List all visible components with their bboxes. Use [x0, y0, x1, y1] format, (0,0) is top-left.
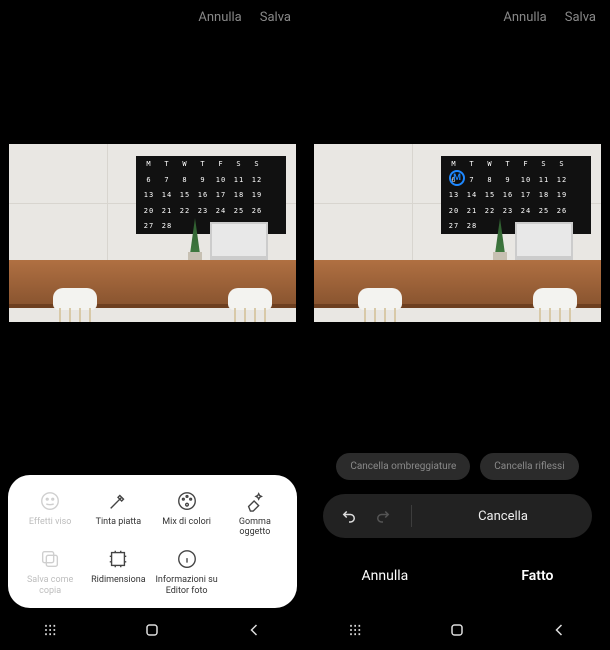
save-button[interactable]: Salva	[565, 10, 596, 25]
tool-about-editor[interactable]: Informazioni su Editor foto	[153, 547, 221, 596]
tool-flat-tint[interactable]: Tinta piatta	[84, 489, 152, 538]
tool-label: Salva come copia	[18, 575, 82, 596]
selection-marker[interactable]: M	[449, 170, 465, 186]
tool-label: Ridimensiona	[91, 575, 145, 585]
separator	[411, 505, 412, 527]
calendar-header: MTWTFSS	[142, 160, 280, 168]
cancel-button[interactable]: Annulla	[352, 560, 419, 592]
final-row: Annulla Fatto	[305, 560, 610, 592]
left-pane: Annulla Salva 2017 MTWTFSS 6789101112 13…	[0, 0, 305, 650]
back-button[interactable]	[243, 619, 265, 641]
system-navbar	[0, 616, 305, 644]
tool-label: Tinta piatta	[96, 517, 142, 527]
tool-face-effects[interactable]: Effetti viso	[16, 489, 84, 538]
save-button[interactable]: Salva	[260, 10, 291, 25]
cancel-button[interactable]: Annulla	[198, 10, 241, 25]
photo-preview[interactable]: 2017 MTWTFSS 6789101112 13141516171819 2…	[314, 144, 601, 322]
photo-content: 2017 MTWTFSS 6789101112 13141516171819 2…	[314, 144, 601, 322]
photo-preview[interactable]: 2017 MTWTFSS 6789101112 13141516171819 2…	[9, 144, 296, 322]
redo-icon[interactable]	[373, 506, 393, 526]
tool-save-as-copy[interactable]: Salva come copia	[16, 547, 84, 596]
tool-object-eraser[interactable]: Gomma oggetto	[221, 489, 289, 538]
erase-reflections-pill[interactable]: Cancella riflessi	[480, 453, 578, 481]
erase-shadows-pill[interactable]: Cancella ombreggiature	[336, 453, 470, 481]
recents-button[interactable]	[345, 619, 367, 641]
tool-resize[interactable]: Ridimensiona	[84, 547, 152, 596]
palette-icon	[175, 489, 199, 513]
right-topbar: Annulla Salva	[305, 0, 610, 34]
eyedropper-icon	[106, 489, 130, 513]
tool-label: Mix di colori	[162, 517, 211, 527]
home-button[interactable]	[446, 619, 468, 641]
home-button[interactable]	[141, 619, 163, 641]
photo-content: 2017 MTWTFSS 6789101112 13141516171819 2…	[9, 144, 296, 322]
recents-button[interactable]	[40, 619, 62, 641]
done-button[interactable]: Fatto	[511, 560, 563, 592]
back-button[interactable]	[548, 619, 570, 641]
tool-label: Gomma oggetto	[223, 517, 287, 538]
tool-label: Informazioni su Editor foto	[155, 575, 219, 596]
action-bar: Cancella	[323, 494, 592, 538]
face-icon	[38, 489, 62, 513]
erase-options-row: Cancella ombreggiature Cancella riflessi	[305, 453, 610, 481]
right-pane: Annulla Salva 2017 MTWTFSS 6789101112 13…	[305, 0, 610, 650]
resize-icon	[106, 547, 130, 571]
eraser-sparkle-icon	[243, 489, 267, 513]
undo-icon[interactable]	[339, 506, 359, 526]
save-copy-icon	[38, 547, 62, 571]
tools-sheet: Effetti viso Tinta piatta Mix di colori …	[8, 475, 297, 608]
tool-color-mix[interactable]: Mix di colori	[153, 489, 221, 538]
system-navbar	[305, 616, 610, 644]
tool-label: Effetti viso	[29, 517, 72, 527]
erase-button[interactable]: Cancella	[430, 509, 576, 524]
cancel-button[interactable]: Annulla	[503, 10, 546, 25]
info-icon	[175, 547, 199, 571]
left-topbar: Annulla Salva	[0, 0, 305, 34]
